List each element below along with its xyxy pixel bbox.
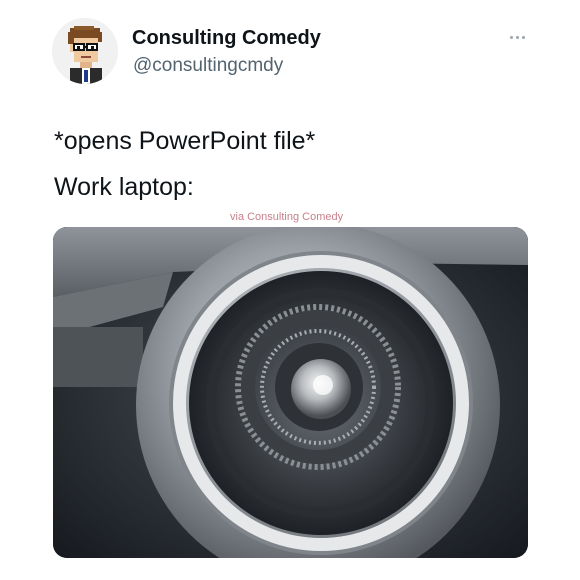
more-horizontal-icon [509,35,513,39]
tweet-media-image[interactable] [53,227,528,558]
pixel-art-man-with-glasses-avatar-icon [52,18,118,84]
author-avatar[interactable] [52,18,118,84]
tweet-text: *opens PowerPoint file* Work laptop: [54,118,534,210]
author-handle[interactable]: @consultingcmdy [133,55,283,77]
tweet-card: Consulting Comedy @consultingcmdy *opens… [0,0,580,580]
watermark: via Consulting Comedy [230,211,344,223]
tweet-text-line: Work laptop: [54,173,194,201]
more-options-button[interactable] [500,26,534,48]
more-horizontal-icon [515,35,519,39]
tweet-text-line: *opens PowerPoint file* [54,127,316,155]
more-horizontal-icon [521,35,525,39]
author-display-name[interactable]: Consulting Comedy [132,27,321,50]
jet-engine-image [53,227,528,558]
